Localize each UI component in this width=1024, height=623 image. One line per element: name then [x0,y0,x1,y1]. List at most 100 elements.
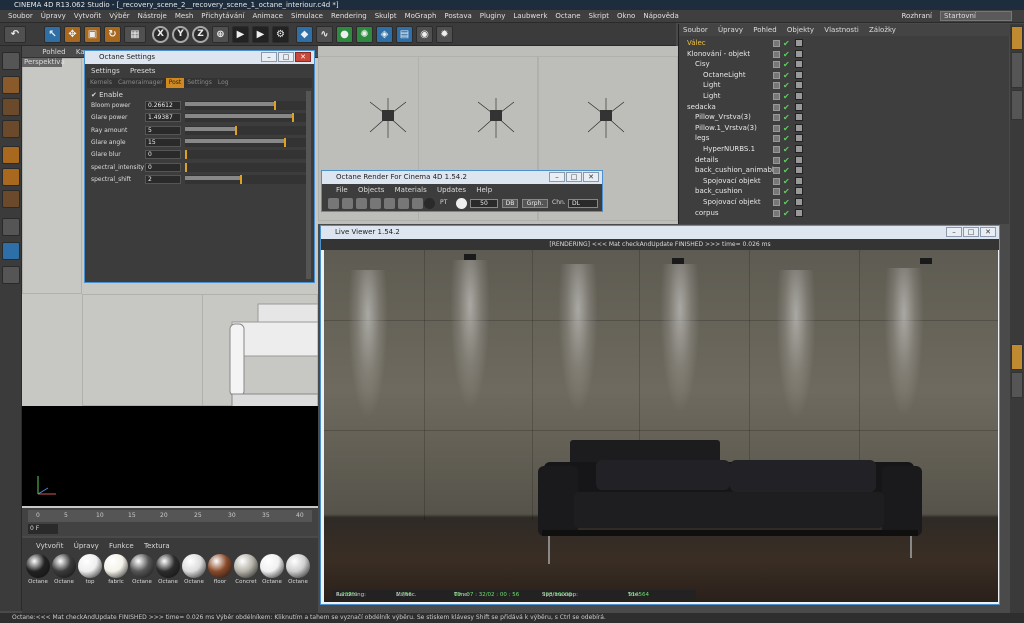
tag-icon[interactable] [795,70,803,79]
menu-item[interactable]: Octane [551,10,584,22]
param-value-field[interactable]: 5 [145,125,181,135]
menu-item[interactable]: Výběr [105,10,133,22]
clock-icon[interactable] [456,198,467,209]
param-slider[interactable] [185,174,309,184]
obj-menu-edit[interactable]: Úpravy [714,24,747,36]
object-row[interactable]: Light ✔ [679,91,1010,102]
minimize-button[interactable]: – [946,227,962,237]
menu-item[interactable]: Nástroje [134,10,171,22]
param-slider[interactable] [185,125,309,135]
material-swatch[interactable] [52,554,76,578]
enabled-check-icon[interactable]: ✔ [783,102,790,113]
spline-icon[interactable]: ∿ [316,26,333,43]
enabled-check-icon[interactable]: ✔ [783,208,790,219]
material-swatch[interactable] [78,554,102,578]
obj-menu-objects[interactable]: Objekty [783,24,818,36]
tag-icon[interactable] [795,134,803,143]
close-button[interactable]: ✕ [583,172,599,182]
snapping-icon[interactable] [2,242,20,260]
object-row[interactable]: sedacka ✔ [679,102,1010,113]
menu-item[interactable]: Laubwerk [509,10,551,22]
menu-item[interactable]: Skript [585,10,614,22]
visibility-toggle[interactable] [773,167,780,175]
menu-item[interactable]: Nápověda [639,10,682,22]
visibility-toggle[interactable] [773,82,780,90]
visibility-toggle[interactable] [773,50,780,58]
region-icon[interactable] [384,198,395,209]
mat-menu-create[interactable]: Vytvořit [32,540,67,552]
samples-field[interactable]: 50 [470,199,498,208]
recent-tool-icon[interactable]: ▦ [124,26,146,43]
param-value-field[interactable]: 0.26612 [145,101,181,110]
scale-icon[interactable]: ▣ [84,26,101,43]
enable-checkbox[interactable]: ✔ Enable [91,91,123,99]
tag-icon[interactable] [795,176,803,185]
render-view-icon[interactable]: ▶ [232,26,249,43]
tag-icon[interactable] [795,113,803,122]
make-editable-icon[interactable] [2,52,20,70]
visibility-toggle[interactable] [773,61,780,69]
sphere-icon[interactable] [424,198,435,209]
pause-icon[interactable] [356,198,367,209]
minimize-button[interactable]: – [261,52,277,62]
render-image[interactable]: Rendering: 6.237% Ms/sec. 1.766 Time: 00 … [324,250,998,602]
param-slider[interactable] [185,113,309,123]
viewport-menu-pohled[interactable]: Pohled [38,46,69,58]
material-swatch[interactable] [260,554,284,578]
y-axis-toggle[interactable]: Y [172,26,189,43]
mat-menu-edit[interactable]: Úpravy [70,540,103,552]
layout-select[interactable]: Startovní [940,11,1012,21]
mat-menu-function[interactable]: Funkce [105,540,138,552]
menu-item[interactable]: Okno [613,10,639,22]
enabled-check-icon[interactable]: ✔ [783,165,790,176]
light-icon[interactable]: ✹ [436,26,453,43]
workplane-icon[interactable] [2,266,20,284]
visibility-toggle[interactable] [773,146,780,153]
menu-item[interactable]: Přichytávání [197,10,248,22]
visibility-toggle[interactable] [773,93,780,100]
obj-menu-view[interactable]: Pohled [749,24,780,36]
visibility-toggle[interactable] [773,40,780,47]
rotate-icon[interactable]: ↻ [104,26,121,43]
enabled-check-icon[interactable]: ✔ [783,59,790,70]
visibility-toggle[interactable] [773,188,780,196]
param-value-field[interactable]: 15 [145,137,181,147]
maximize-button[interactable]: □ [278,52,294,62]
menu-item[interactable]: Skulpt [371,10,401,22]
move-icon[interactable]: ✥ [64,26,81,43]
or-menu-materials[interactable]: Materials [391,185,431,195]
enabled-check-icon[interactable]: ✔ [783,38,790,49]
enabled-check-icon[interactable]: ✔ [783,186,790,197]
select-icon[interactable]: ↖ [44,26,61,43]
material-swatch[interactable] [130,554,154,578]
render-picture-icon[interactable]: ▶ [252,26,269,43]
enabled-check-icon[interactable]: ✔ [783,91,790,102]
minimize-button[interactable]: – [549,172,565,182]
material-swatch[interactable] [156,554,180,578]
close-button[interactable]: ✕ [295,52,311,62]
visibility-toggle[interactable] [773,135,780,143]
settings-tab[interactable]: Cameraimager [115,78,166,88]
visibility-toggle[interactable] [773,124,780,132]
refresh-icon[interactable] [328,198,339,209]
settings-tab[interactable]: Kernels [87,78,115,88]
tab-content-browser[interactable] [1011,52,1023,88]
mat-menu-texture[interactable]: Textura [140,540,174,552]
tag-icon[interactable] [795,60,803,69]
tag-icon[interactable] [795,102,803,111]
object-row[interactable]: Pillow.1_Vrstva(3) ✔ [679,123,1010,134]
texture-mode-icon[interactable] [2,76,20,94]
param-slider[interactable] [185,137,309,147]
polygons-mode-icon[interactable] [2,190,20,208]
tag-icon[interactable] [795,145,803,153]
axis-mode-icon[interactable] [2,218,20,236]
object-row[interactable]: HyperNURBS.1 ✔ [679,144,1010,155]
menu-item[interactable]: Mesh [171,10,197,22]
floor-icon[interactable]: ▤ [396,26,413,43]
edges-mode-icon[interactable] [2,168,20,186]
material-swatch[interactable] [234,554,258,578]
settings-tab[interactable]: Settings [184,78,215,88]
tag-icon[interactable] [795,81,803,90]
enabled-check-icon[interactable]: ✔ [783,133,790,144]
material-swatch[interactable] [208,554,232,578]
